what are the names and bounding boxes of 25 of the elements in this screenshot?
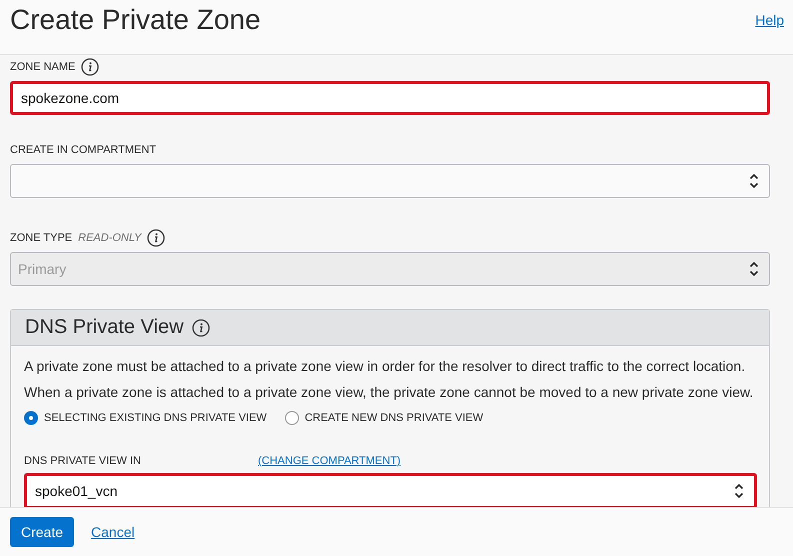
select-field[interactable]: spoke01_vcn (24, 473, 757, 507)
updown-chevron-icon (749, 261, 759, 277)
radio-option[interactable]: CREATE NEW DNS PRIVATE VIEW (284, 411, 484, 425)
info-icon[interactable] (192, 318, 210, 336)
input-field[interactable]: spokezone.com (10, 81, 770, 115)
change-compartment-link[interactable]: (CHANGE COMPARTMENT) (258, 455, 401, 467)
help-link[interactable]: Help (755, 12, 784, 28)
radio-icon[interactable] (284, 411, 299, 425)
page-title: Create Private Zone (10, 4, 261, 36)
description-text: When a private zone is attached to a private zone view, the private zone cannot be moved to a new private zone view. (24, 384, 754, 401)
panel-title: DNS Private View (25, 316, 184, 339)
description-text: A private zone must be attached to a private zone view in order for the resolver to direct traffic to the correct location. (24, 358, 746, 375)
create-button[interactable]: Create (10, 517, 74, 547)
cancel-link[interactable]: Cancel (91, 524, 135, 540)
field-label: ZONE NAME (10, 61, 76, 73)
radio-icon[interactable] (24, 411, 38, 425)
field-label: ZONE TYPE (10, 232, 72, 244)
radio-option[interactable]: SELECTING EXISTING DNS PRIVATE VIEW (24, 411, 267, 425)
read-only-note: READ-ONLY (78, 232, 142, 244)
select-field[interactable] (10, 164, 770, 198)
info-icon[interactable] (81, 58, 100, 76)
updown-chevron-icon (749, 173, 759, 189)
field-label: DNS PRIVATE VIEW IN (24, 455, 142, 467)
updown-chevron-icon (734, 483, 744, 499)
field-label: CREATE IN COMPARTMENT (10, 144, 156, 156)
